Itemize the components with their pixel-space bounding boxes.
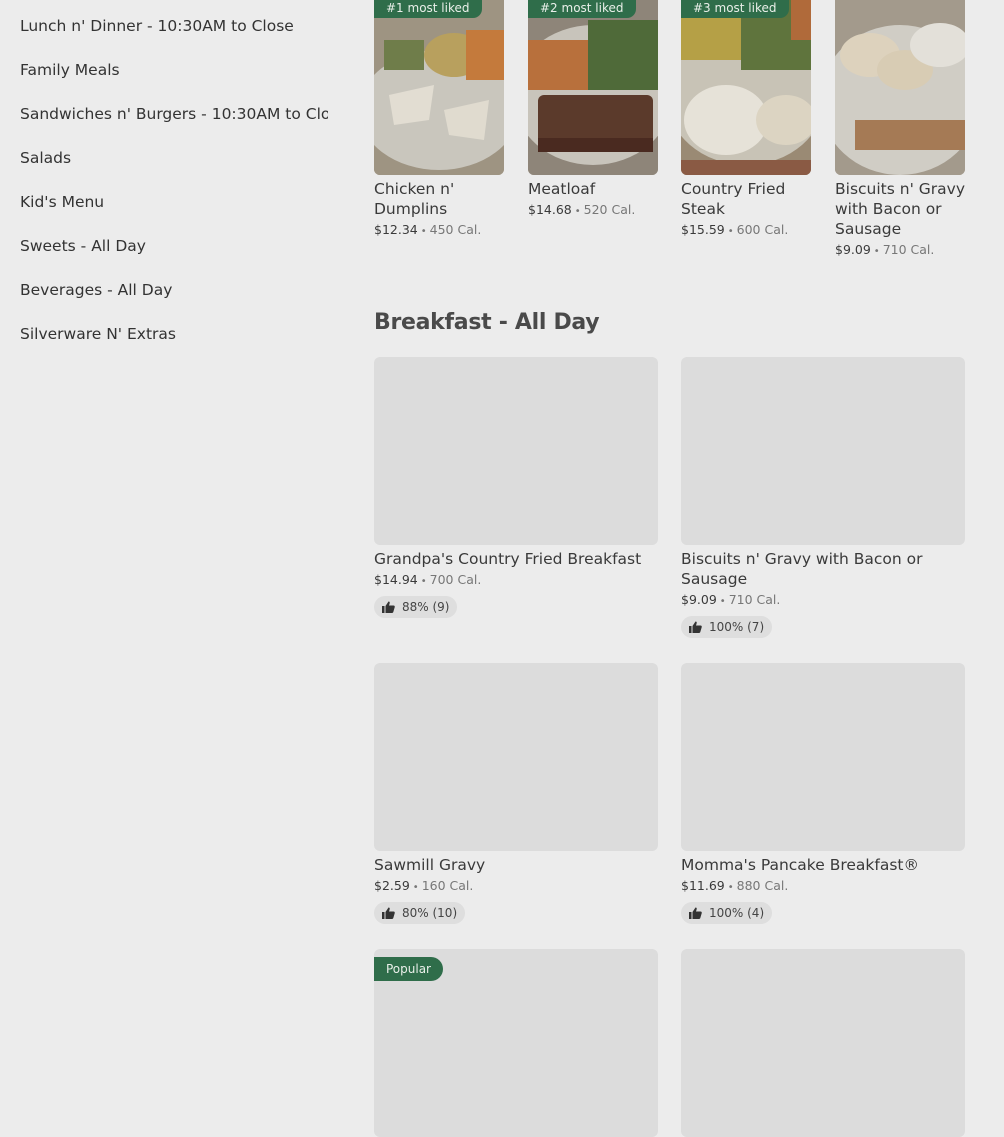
image-placeholder — [681, 357, 965, 545]
item-price: $9.09 — [835, 242, 871, 257]
item-meta: $14.94 • 700 Cal. — [374, 572, 658, 590]
menu-item-card[interactable]: Sawmill Gravy $2.59 • 160 Cal. 80% (10) — [374, 663, 658, 924]
item-price: $14.94 — [374, 572, 418, 587]
menu-item-card[interactable]: Momma's Pancake Breakfast® $11.69 • 880 Ca… — [681, 663, 965, 924]
food-image: #2 most liked — [528, 0, 658, 175]
separator: • — [420, 576, 427, 587]
rating-badge: 100% (7) — [681, 616, 773, 638]
most-liked-card[interactable]: #1 most liked Chicken n' Dumplins $12.34 •… — [374, 0, 504, 240]
most-liked-card[interactable]: #2 most liked Meatloaf $14.68 • 520 Cal. — [528, 0, 658, 220]
separator: • — [719, 596, 726, 607]
image-placeholder — [681, 949, 965, 1137]
most-liked-card[interactable]: Biscuits n' Gravy with Bacon or Sausage $9… — [835, 0, 965, 260]
food-image: #3 most liked — [681, 0, 811, 175]
menu-item-card[interactable]: Biscuits n' Gravy with Bacon or Sausage $… — [681, 357, 965, 638]
thumbs-up-icon — [689, 907, 702, 919]
item-meta: $9.09 • 710 Cal. — [835, 242, 965, 260]
separator: • — [727, 226, 734, 237]
food-image: #1 most liked — [374, 0, 504, 175]
food-image — [835, 0, 965, 175]
sidebar-item-silverware-extras[interactable]: Silverware N' Extras — [20, 323, 328, 345]
item-meta: $2.59 • 160 Cal. — [374, 878, 658, 896]
item-price: $14.68 — [528, 202, 572, 217]
most-liked-badge: #3 most liked — [681, 0, 789, 18]
item-title: Biscuits n' Gravy with Bacon or Sausage — [681, 550, 923, 588]
popular-badge: Popular — [374, 957, 443, 981]
item-calories: 160 Cal. — [421, 878, 474, 893]
rating-badge: 100% (4) — [681, 902, 773, 924]
item-calories: 880 Cal. — [736, 878, 789, 893]
thumbs-up-icon — [382, 907, 395, 919]
rating-badge: 80% (10) — [374, 902, 466, 924]
item-meta: $12.34 • 450 Cal. — [374, 222, 504, 240]
item-price: $2.59 — [374, 878, 410, 893]
image-placeholder — [374, 663, 658, 851]
sidebar-item-sweets[interactable]: Sweets - All Day — [20, 235, 328, 257]
thumbs-up-icon — [382, 601, 395, 613]
sidebar-item-salads[interactable]: Salads — [20, 147, 328, 169]
thumbs-up-icon — [689, 621, 702, 633]
most-liked-card[interactable]: #3 most liked Country Fried Steak $15.59 •… — [681, 0, 811, 240]
menu-item-card[interactable]: Popular — [374, 949, 658, 1137]
item-title: Momma's Pancake Breakfast® — [681, 856, 919, 874]
separator: • — [873, 246, 880, 257]
rating-value: 100% (7) — [709, 620, 765, 634]
most-liked-badge: #2 most liked — [528, 0, 636, 18]
rating-value: 80% (10) — [402, 906, 458, 920]
item-meta: $9.09 • 710 Cal. — [681, 592, 965, 610]
sidebar-item-family-meals[interactable]: Family Meals — [20, 59, 328, 81]
separator: • — [412, 882, 419, 893]
meatloaf-photo — [528, 0, 658, 175]
item-calories: 710 Cal. — [728, 592, 781, 607]
sidebar-item-lunch-dinner[interactable]: Lunch n' Dinner - 10:30AM to Close — [20, 15, 328, 37]
rating-badge: 88% (9) — [374, 596, 458, 618]
item-price: $9.09 — [681, 592, 717, 607]
item-title: Chicken n' Dumplins — [374, 180, 455, 218]
menu-item-card[interactable] — [681, 949, 965, 1137]
item-calories: 710 Cal. — [882, 242, 935, 257]
sidebar-item-beverages[interactable]: Beverages - All Day — [20, 279, 328, 301]
image-placeholder: Popular — [374, 949, 658, 1137]
item-price: $11.69 — [681, 878, 725, 893]
item-price: $12.34 — [374, 222, 418, 237]
item-title: Sawmill Gravy — [374, 856, 486, 874]
category-sidebar: Lunch n' Dinner - 10:30AM to Close Famil… — [0, 0, 330, 1083]
sidebar-item-kids-menu[interactable]: Kid's Menu — [20, 191, 328, 213]
section-title: Breakfast - All Day — [374, 310, 600, 335]
sidebar-item-sandwiches-burgers[interactable]: Sandwiches n' Burgers - 10:30AM to Close — [20, 103, 328, 125]
item-meta: $11.69 • 880 Cal. — [681, 878, 965, 896]
item-title: Country Fried Steak — [681, 180, 786, 218]
separator: • — [420, 226, 427, 237]
item-title: Meatloaf — [528, 180, 596, 198]
image-placeholder — [374, 357, 658, 545]
item-calories: 450 Cal. — [429, 222, 482, 237]
item-calories: 520 Cal. — [583, 202, 636, 217]
biscuits-gravy-photo — [835, 0, 965, 175]
item-calories: 700 Cal. — [429, 572, 482, 587]
chicken-dumplins-photo — [374, 0, 504, 175]
item-title: Biscuits n' Gravy with Bacon or Sausage — [835, 180, 965, 238]
separator: • — [574, 206, 581, 217]
item-price: $15.59 — [681, 222, 725, 237]
most-liked-badge: #1 most liked — [374, 0, 482, 18]
rating-value: 88% (9) — [402, 600, 450, 614]
image-placeholder — [681, 663, 965, 851]
separator: • — [727, 882, 734, 893]
item-meta: $15.59 • 600 Cal. — [681, 222, 811, 240]
item-title: Grandpa's Country Fried Breakfast — [374, 550, 642, 568]
rating-value: 100% (4) — [709, 906, 765, 920]
menu-item-card[interactable]: Grandpa's Country Fried Breakfast $14.94… — [374, 357, 658, 618]
country-fried-steak-photo — [681, 0, 811, 175]
item-calories: 600 Cal. — [736, 222, 789, 237]
item-meta: $14.68 • 520 Cal. — [528, 202, 658, 220]
